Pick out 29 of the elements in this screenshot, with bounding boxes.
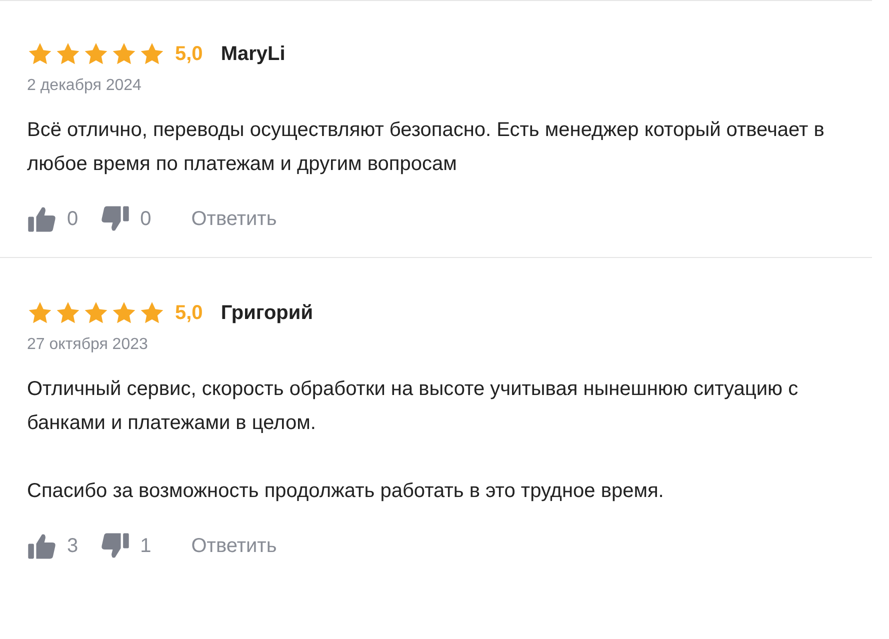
star-icon bbox=[139, 300, 165, 326]
star-icon bbox=[27, 300, 53, 326]
review-text: Отличный сервис, скорость обработки на высоте учитывая нынешнюю ситуацию с банками и платежами в целом. bbox=[27, 377, 800, 436]
star-icon bbox=[55, 41, 81, 67]
dislike-count: 1 bbox=[140, 534, 152, 558]
review-text: Всё отлично, переводы осуществляют безопасно. Есть менеджер который отвечает в любое время по платежам и другим вопросам bbox=[27, 118, 826, 177]
author-name: Григорий bbox=[220, 302, 313, 324]
thumbs-down-icon[interactable] bbox=[100, 532, 130, 560]
star-icon bbox=[83, 41, 109, 67]
like-count: 0 bbox=[67, 208, 78, 230]
review-text: Спасибо за возможность продолжать работать в это трудное время. bbox=[27, 479, 665, 504]
thumbs-down-icon[interactable] bbox=[100, 205, 130, 233]
like-count: 3 bbox=[67, 534, 78, 558]
author-name: MaryLi bbox=[220, 42, 286, 66]
rating-value: 5,0 bbox=[175, 42, 203, 66]
thumbs-up-icon[interactable] bbox=[27, 532, 57, 560]
star-icon bbox=[111, 300, 137, 326]
star-icon bbox=[27, 41, 53, 67]
rating-value: 5,0 bbox=[175, 302, 203, 324]
star-icon bbox=[139, 41, 165, 67]
review-date: 27 октября 2023 bbox=[27, 336, 149, 354]
reply-link[interactable]: Ответить bbox=[191, 534, 277, 558]
dislike-count: 0 bbox=[140, 208, 152, 230]
review-date: 2 декабря 2024 bbox=[27, 77, 142, 95]
star-icon bbox=[55, 300, 81, 326]
thumbs-up-icon[interactable] bbox=[27, 205, 57, 233]
star-icon bbox=[83, 300, 109, 326]
star-icon bbox=[111, 41, 137, 67]
reply-link[interactable]: Ответить bbox=[191, 208, 277, 230]
